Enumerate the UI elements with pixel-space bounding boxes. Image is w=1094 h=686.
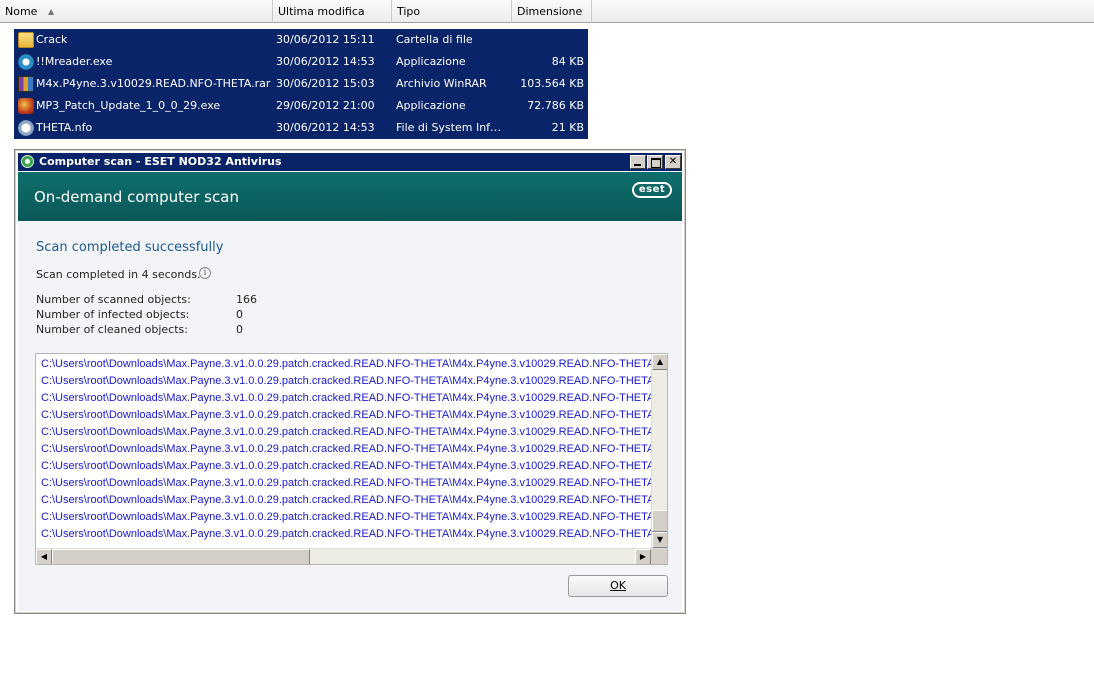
- log-line[interactable]: C:\Users\root\Downloads\Max.Payne.3.v1.0…: [41, 356, 653, 373]
- stat-label: Number of cleaned objects:: [36, 323, 188, 336]
- eset-app-icon: [21, 155, 34, 168]
- vertical-scrollbar[interactable]: ▲ ▼: [651, 354, 667, 548]
- stat-infected: Number of infected objects: 0: [36, 308, 243, 321]
- column-header-type[interactable]: Tipo: [392, 0, 512, 23]
- stat-label: Number of scanned objects:: [36, 293, 191, 306]
- maximize-button[interactable]: [647, 155, 663, 169]
- file-list: Crack 30/06/2012 15:11 Cartella di file …: [14, 29, 588, 139]
- column-header-modified[interactable]: Ultima modifica: [273, 0, 392, 23]
- scroll-down-arrow-icon[interactable]: ▼: [652, 532, 667, 548]
- file-name: THETA.nfo: [36, 121, 93, 134]
- file-type: Cartella di file: [396, 33, 473, 46]
- close-button[interactable]: ✕: [665, 155, 681, 169]
- file-size: 72.786 KB: [527, 99, 584, 112]
- column-header-modified-label: Ultima modifica: [278, 5, 365, 18]
- log-line[interactable]: C:\Users\root\Downloads\Max.Payne.3.v1.0…: [41, 373, 653, 390]
- column-header-type-label: Tipo: [397, 5, 421, 18]
- scan-results-panel: Scan completed successfully Scan complet…: [18, 221, 682, 611]
- log-line[interactable]: C:\Users\root\Downloads\Max.Payne.3.v1.0…: [41, 424, 653, 441]
- file-type: Applicazione: [396, 55, 466, 68]
- horizontal-scroll-thumb[interactable]: [52, 549, 310, 564]
- column-header-name[interactable]: Nome ▲: [0, 0, 273, 23]
- window-titlebar[interactable]: Computer scan - ESET NOD32 Antivirus ✕: [18, 153, 682, 171]
- file-type: Applicazione: [396, 99, 466, 112]
- file-size: 21 KB: [551, 121, 584, 134]
- file-date: 30/06/2012 14:53: [276, 55, 375, 68]
- log-lines: C:\Users\root\Downloads\Max.Payne.3.v1.0…: [41, 356, 653, 543]
- header-banner: On-demand computer scan eset: [18, 172, 682, 221]
- stat-value: 166: [236, 293, 257, 306]
- sort-ascending-icon: ▲: [48, 7, 55, 16]
- banner-title: On-demand computer scan: [34, 188, 239, 206]
- log-line[interactable]: C:\Users\root\Downloads\Max.Payne.3.v1.0…: [41, 492, 653, 509]
- eset-scan-window: Computer scan - ESET NOD32 Antivirus ✕ O…: [14, 149, 686, 614]
- ok-button[interactable]: OK: [568, 575, 668, 597]
- file-row[interactable]: THETA.nfo 30/06/2012 14:53 File di Syste…: [14, 117, 588, 139]
- file-size: 103.564 KB: [520, 77, 584, 90]
- scroll-left-arrow-icon[interactable]: ◀: [36, 549, 52, 564]
- log-line[interactable]: C:\Users\root\Downloads\Max.Payne.3.v1.0…: [41, 407, 653, 424]
- file-type: File di System Infor…: [396, 121, 506, 134]
- log-line[interactable]: C:\Users\root\Downloads\Max.Payne.3.v1.0…: [41, 475, 653, 492]
- file-name: M4x.P4yne.3.v10029.READ.NFO-THETA.rar: [36, 77, 271, 90]
- column-header-bar: Nome ▲ Ultima modifica Tipo Dimensione: [0, 0, 1094, 23]
- eset-logo: eset: [632, 182, 672, 198]
- stat-cleaned: Number of cleaned objects: 0: [36, 323, 243, 336]
- file-row[interactable]: M4x.P4yne.3.v10029.READ.NFO-THETA.rar 30…: [14, 73, 588, 95]
- file-date: 30/06/2012 15:11: [276, 33, 375, 46]
- scan-log-list[interactable]: C:\Users\root\Downloads\Max.Payne.3.v1.0…: [35, 353, 668, 565]
- status-heading: Scan completed successfully: [36, 240, 224, 255]
- log-line[interactable]: C:\Users\root\Downloads\Max.Payne.3.v1.0…: [41, 458, 653, 475]
- log-line[interactable]: C:\Users\root\Downloads\Max.Payne.3.v1.0…: [41, 526, 653, 543]
- nfo-icon: [18, 120, 34, 136]
- file-type: Archivio WinRAR: [396, 77, 487, 90]
- file-row[interactable]: !!Mreader.exe 30/06/2012 14:53 Applicazi…: [14, 51, 588, 73]
- file-date: 29/06/2012 21:00: [276, 99, 375, 112]
- folder-icon: [18, 32, 34, 48]
- file-name: !!Mreader.exe: [36, 55, 113, 68]
- log-line[interactable]: C:\Users\root\Downloads\Max.Payne.3.v1.0…: [41, 509, 653, 526]
- close-icon: ✕: [668, 156, 678, 167]
- scroll-up-arrow-icon[interactable]: ▲: [652, 354, 667, 370]
- window-title: Computer scan - ESET NOD32 Antivirus: [39, 155, 282, 168]
- log-line[interactable]: C:\Users\root\Downloads\Max.Payne.3.v1.0…: [41, 441, 653, 458]
- file-row[interactable]: Crack 30/06/2012 15:11 Cartella di file: [14, 29, 588, 51]
- stat-label: Number of infected objects:: [36, 308, 190, 321]
- vertical-scroll-thumb[interactable]: [652, 510, 667, 532]
- scan-time-text: Scan completed in 4 seconds.: [36, 268, 201, 281]
- file-name: Crack: [36, 33, 68, 46]
- column-header-name-label: Nome: [5, 5, 38, 18]
- patch-exe-icon: [18, 98, 34, 114]
- log-line[interactable]: C:\Users\root\Downloads\Max.Payne.3.v1.0…: [41, 390, 653, 407]
- stat-value: 0: [236, 308, 243, 321]
- stat-value: 0: [236, 323, 243, 336]
- column-header-empty: [592, 0, 1094, 23]
- scroll-right-arrow-icon[interactable]: ▶: [635, 549, 651, 564]
- file-date: 30/06/2012 15:03: [276, 77, 375, 90]
- file-size: 84 KB: [551, 55, 584, 68]
- scrollbar-corner: [651, 549, 667, 564]
- file-name: MP3_Patch_Update_1_0_0_29.exe: [36, 99, 221, 112]
- stat-scanned: Number of scanned objects: 166: [36, 293, 257, 306]
- horizontal-scrollbar[interactable]: ◀ ▶: [36, 548, 667, 564]
- column-header-size[interactable]: Dimensione: [512, 0, 592, 23]
- winrar-icon: [18, 76, 34, 92]
- column-header-size-label: Dimensione: [517, 5, 583, 18]
- file-row[interactable]: MP3_Patch_Update_1_0_0_29.exe 29/06/2012…: [14, 95, 588, 117]
- minimize-button[interactable]: [630, 155, 646, 169]
- exe-icon: [18, 54, 34, 70]
- file-date: 30/06/2012 14:53: [276, 121, 375, 134]
- info-icon[interactable]: i: [199, 267, 211, 279]
